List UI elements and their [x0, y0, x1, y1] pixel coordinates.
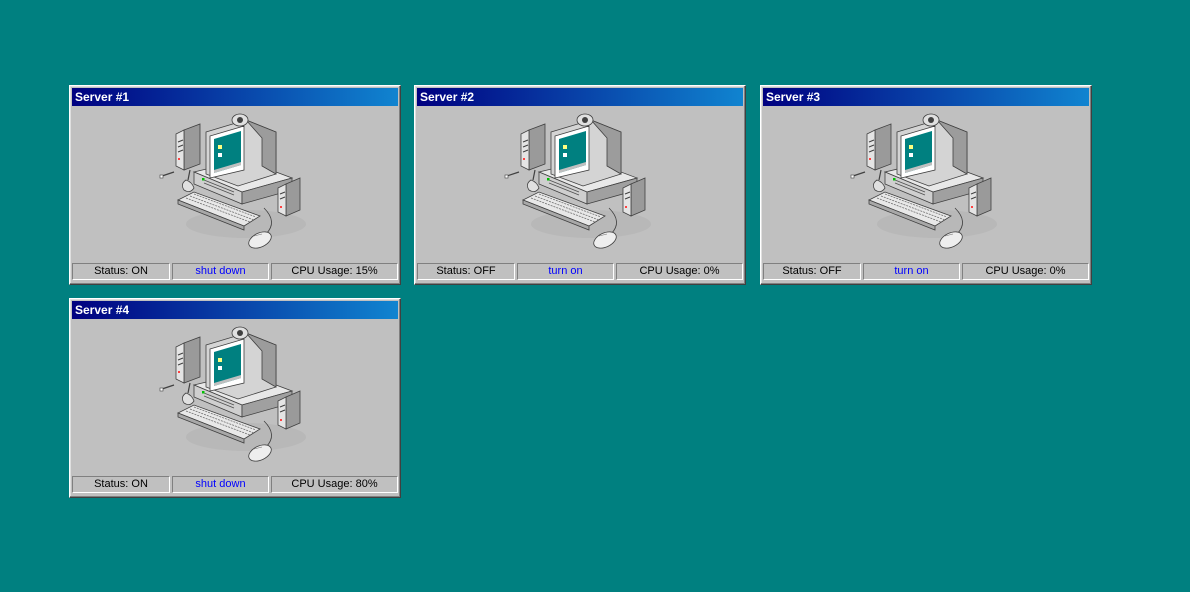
window-content [72, 319, 398, 476]
status-text: Status: OFF [763, 263, 861, 280]
status-text: Status: ON [72, 476, 170, 493]
window-content [417, 106, 743, 263]
shut-down-link[interactable]: shut down [172, 263, 269, 280]
cpu-usage-text: CPU Usage: 0% [962, 263, 1089, 280]
computer-icon [504, 113, 652, 253]
desktop: Server #1 Status: ON shut down CPU Usage… [0, 0, 1190, 592]
status-bar: Status: ON shut down CPU Usage: 80% [72, 476, 398, 493]
server-window-4: Server #4 Status: ON shut down CPU Usage… [69, 298, 401, 498]
turn-on-link[interactable]: turn on [517, 263, 614, 280]
window-title[interactable]: Server #2 [417, 88, 743, 106]
status-text: Status: ON [72, 263, 170, 280]
window-title[interactable]: Server #3 [763, 88, 1089, 106]
status-bar: Status: OFF turn on CPU Usage: 0% [763, 263, 1089, 280]
server-window-2: Server #2 Status: OFF turn on CPU Usage:… [414, 85, 746, 285]
window-content [763, 106, 1089, 263]
cpu-usage-text: CPU Usage: 15% [271, 263, 398, 280]
cpu-usage-text: CPU Usage: 80% [271, 476, 398, 493]
window-title[interactable]: Server #1 [72, 88, 398, 106]
status-bar: Status: ON shut down CPU Usage: 15% [72, 263, 398, 280]
turn-on-link[interactable]: turn on [863, 263, 960, 280]
cpu-usage-text: CPU Usage: 0% [616, 263, 743, 280]
server-window-1: Server #1 Status: ON shut down CPU Usage… [69, 85, 401, 285]
server-window-3: Server #3 Status: OFF turn on CPU Usage:… [760, 85, 1092, 285]
window-content [72, 106, 398, 263]
computer-icon [850, 113, 998, 253]
status-bar: Status: OFF turn on CPU Usage: 0% [417, 263, 743, 280]
status-text: Status: OFF [417, 263, 515, 280]
window-title[interactable]: Server #4 [72, 301, 398, 319]
computer-icon [159, 326, 307, 466]
shut-down-link[interactable]: shut down [172, 476, 269, 493]
computer-icon [159, 113, 307, 253]
